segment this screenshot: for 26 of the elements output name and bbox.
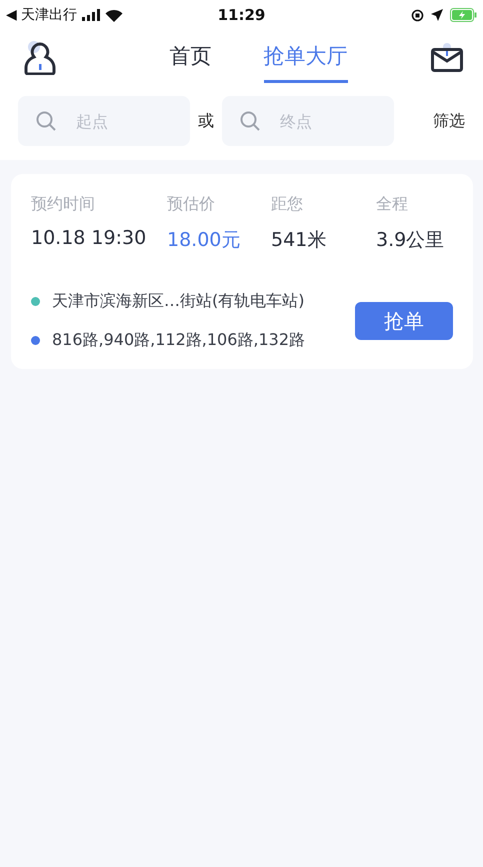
- location-arrow-icon: [431, 9, 443, 21]
- end-search-field[interactable]: 终点: [222, 96, 394, 146]
- profile-icon[interactable]: [24, 41, 56, 75]
- stat-label: 预估价: [167, 194, 216, 215]
- rotation-lock-icon: [411, 8, 424, 22]
- mail-icon[interactable]: [431, 43, 463, 73]
- back-app-label[interactable]: ◀ 天津出行: [6, 6, 78, 24]
- status-time: 11:29: [218, 6, 266, 24]
- grab-order-button[interactable]: 抢单: [355, 302, 453, 340]
- or-label: 或: [198, 110, 214, 132]
- stop-text: 天津市滨海新区…街站(有轨电车站): [52, 291, 304, 312]
- nav-tab[interactable]: 首页: [170, 34, 212, 82]
- stat-value: 18.00元: [167, 228, 242, 253]
- signal-icon: [82, 9, 100, 21]
- stat-label: 全程: [376, 194, 409, 215]
- stat-value: 3.9公里: [376, 228, 446, 253]
- stat-value: 541米: [271, 228, 328, 253]
- stat-value: 10.18 19:30: [31, 227, 148, 251]
- filter-button[interactable]: 筛选: [429, 110, 469, 132]
- stat-label: 距您: [271, 194, 304, 215]
- wifi-icon: [105, 8, 124, 22]
- stop-text: 816路,940路,112路,106路,132路: [52, 330, 306, 351]
- nav-tab[interactable]: 抢单大厅: [264, 34, 348, 82]
- start-search-field[interactable]: 起点: [18, 96, 190, 146]
- stat-label: 预约时间: [31, 194, 96, 215]
- battery-icon: [450, 8, 477, 22]
